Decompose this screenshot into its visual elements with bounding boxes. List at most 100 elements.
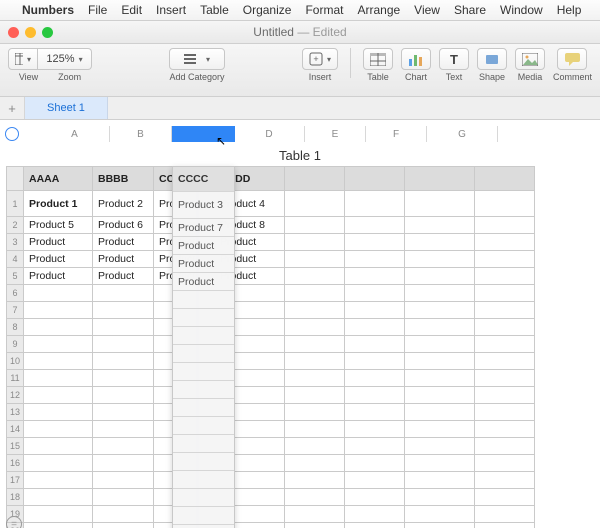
cell[interactable] [405,421,475,438]
cell[interactable] [475,191,535,217]
spreadsheet-canvas[interactable]: A B C D E F G Table 1 AAAABBBBCCCCDDDD1P… [0,120,600,528]
cell[interactable] [24,285,93,302]
cell[interactable] [93,438,154,455]
cell[interactable] [285,489,345,506]
cell[interactable] [154,489,215,506]
cell[interactable]: Product [215,234,285,251]
cell[interactable] [24,370,93,387]
row-header[interactable]: 1 [7,191,24,217]
cell[interactable] [345,191,405,217]
cell[interactable] [405,285,475,302]
cell[interactable] [93,421,154,438]
cell[interactable]: DDDD [215,167,285,191]
menu-organize[interactable]: Organize [243,3,292,17]
cell[interactable] [285,455,345,472]
cell[interactable] [405,455,475,472]
cell[interactable]: Product 8 [215,217,285,234]
cell[interactable] [154,455,215,472]
row-header[interactable]: 12 [7,387,24,404]
col-header-D[interactable]: D [234,126,305,142]
cell[interactable] [405,191,475,217]
cell[interactable] [93,353,154,370]
row-header[interactable]: 4 [7,251,24,268]
add-row-handle[interactable]: = [6,516,22,528]
row-header[interactable]: 6 [7,285,24,302]
table-button[interactable] [363,48,393,70]
cell[interactable] [154,472,215,489]
row-header[interactable]: 9 [7,336,24,353]
cell[interactable] [405,234,475,251]
cell[interactable] [285,404,345,421]
cell[interactable] [93,370,154,387]
cell[interactable] [154,421,215,438]
cell[interactable] [405,251,475,268]
cell[interactable] [475,234,535,251]
cell[interactable] [24,353,93,370]
cell[interactable] [405,472,475,489]
cell[interactable] [285,191,345,217]
shape-button[interactable] [477,48,507,70]
cell[interactable] [345,234,405,251]
cell[interactable] [475,302,535,319]
cell[interactable]: Product 4 [215,191,285,217]
document-name[interactable]: Untitled [253,25,294,39]
cell[interactable]: Product [93,234,154,251]
cell[interactable] [93,387,154,404]
cell[interactable] [154,438,215,455]
cell[interactable] [345,370,405,387]
col-header-G[interactable]: G [427,126,498,142]
cell[interactable] [345,302,405,319]
cell[interactable] [475,404,535,421]
cell[interactable] [154,370,215,387]
cell[interactable] [93,506,154,523]
cell[interactable] [93,285,154,302]
cell[interactable] [24,404,93,421]
cell[interactable]: CCCC [154,167,215,191]
cell[interactable] [285,217,345,234]
cell[interactable] [285,438,345,455]
row-header-corner[interactable] [24,126,40,142]
menu-share[interactable]: Share [454,3,486,17]
cell[interactable]: Product [24,251,93,268]
cell[interactable] [475,353,535,370]
cell[interactable] [475,489,535,506]
cell[interactable] [285,472,345,489]
cell[interactable] [215,472,285,489]
cell[interactable] [24,438,93,455]
cell[interactable] [345,387,405,404]
menu-file[interactable]: File [88,3,107,17]
cell[interactable] [345,506,405,523]
cell[interactable] [475,167,535,191]
cell[interactable] [154,302,215,319]
cell[interactable] [345,319,405,336]
cell[interactable] [154,285,215,302]
cell[interactable] [285,506,345,523]
menu-view[interactable]: View [414,3,440,17]
cell[interactable] [475,387,535,404]
cell[interactable] [154,387,215,404]
cell[interactable]: Product 5 [24,217,93,234]
table-grid[interactable]: AAAABBBBCCCCDDDD1Product 1Product 2Produ… [6,166,535,528]
cell[interactable] [405,319,475,336]
cell[interactable] [24,506,93,523]
cell[interactable]: Product [24,268,93,285]
cell[interactable] [285,353,345,370]
cell[interactable] [345,421,405,438]
cell[interactable] [154,506,215,523]
cell[interactable] [93,489,154,506]
cell[interactable] [475,319,535,336]
row-header[interactable]: 18 [7,489,24,506]
col-header-C[interactable]: C [172,126,234,142]
sheet-tab[interactable]: Sheet 1 [25,97,108,119]
cell[interactable] [215,319,285,336]
cell[interactable] [215,353,285,370]
cell[interactable] [285,523,345,528]
cell[interactable] [24,336,93,353]
cell[interactable] [93,302,154,319]
cell[interactable] [405,167,475,191]
cell[interactable] [285,302,345,319]
cell[interactable] [93,523,154,528]
cell[interactable] [285,285,345,302]
cell[interactable] [345,167,405,191]
cell[interactable] [475,472,535,489]
